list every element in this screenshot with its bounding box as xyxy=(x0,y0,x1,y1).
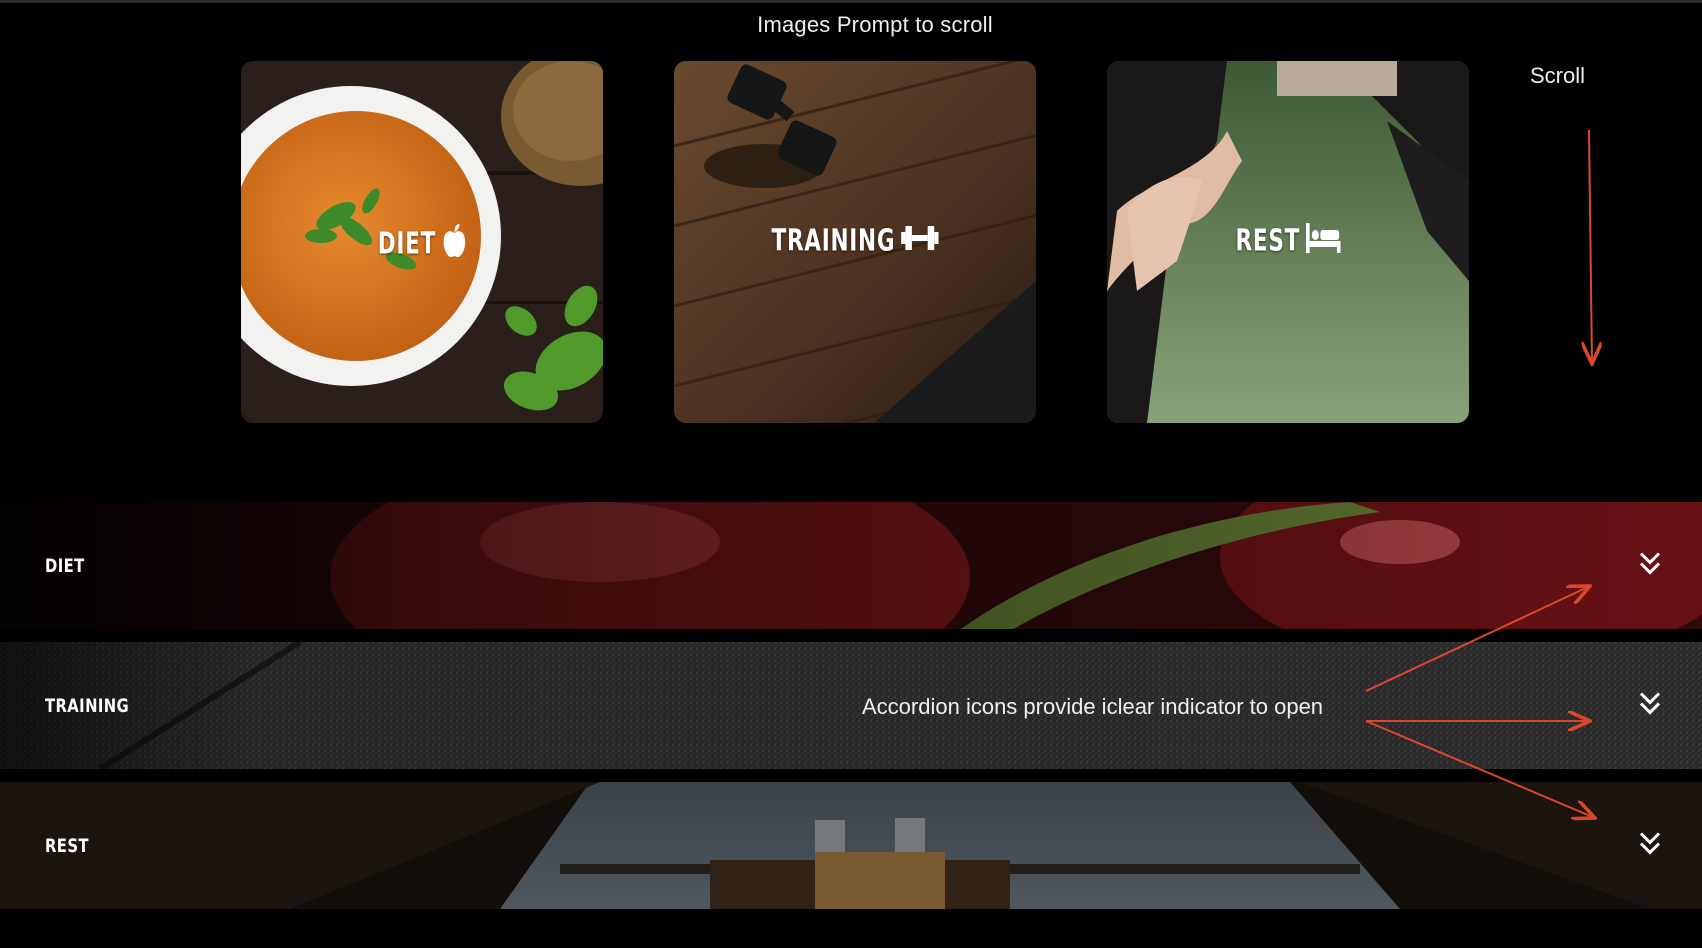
chevron-double-down-icon[interactable] xyxy=(1638,830,1662,861)
card-diet-text: DIET xyxy=(377,226,437,262)
accordion-diet[interactable]: DIET xyxy=(0,502,1702,629)
bed-icon xyxy=(1305,223,1341,261)
accordion-annotation: Accordion icons provide iclear indicator… xyxy=(862,694,1324,719)
card-training[interactable]: TRAINING xyxy=(674,61,1036,423)
accordion-rest-title: REST xyxy=(45,834,89,857)
accordion-diet-background xyxy=(0,502,1702,629)
card-diet[interactable]: DIET xyxy=(241,61,603,423)
apple-icon xyxy=(442,223,466,267)
accordion-training[interactable]: TRAINING xyxy=(0,642,1702,769)
scroll-hint-label: Scroll xyxy=(1530,63,1586,88)
page-title: Images Prompt to scroll xyxy=(757,12,993,37)
chevron-double-down-icon[interactable] xyxy=(1638,550,1662,581)
card-training-label: TRAINING xyxy=(725,223,986,261)
top-border xyxy=(0,0,1702,3)
accordion-training-title: TRAINING xyxy=(45,694,130,717)
accordion-rest-background xyxy=(0,782,1702,909)
card-training-text: TRAINING xyxy=(771,223,896,259)
card-rest[interactable]: REST xyxy=(1107,61,1469,423)
card-rest-label: REST xyxy=(1158,223,1419,261)
card-diet-label: DIET xyxy=(292,223,553,267)
dumbbell-icon xyxy=(901,223,939,261)
chevron-double-down-icon[interactable] xyxy=(1638,690,1662,721)
accordion-training-background xyxy=(0,642,1702,769)
scroll-arrow xyxy=(1589,129,1592,364)
accordion-rest[interactable]: REST xyxy=(0,782,1702,909)
accordion-diet-title: DIET xyxy=(45,554,85,577)
card-rest-text: REST xyxy=(1235,223,1301,259)
